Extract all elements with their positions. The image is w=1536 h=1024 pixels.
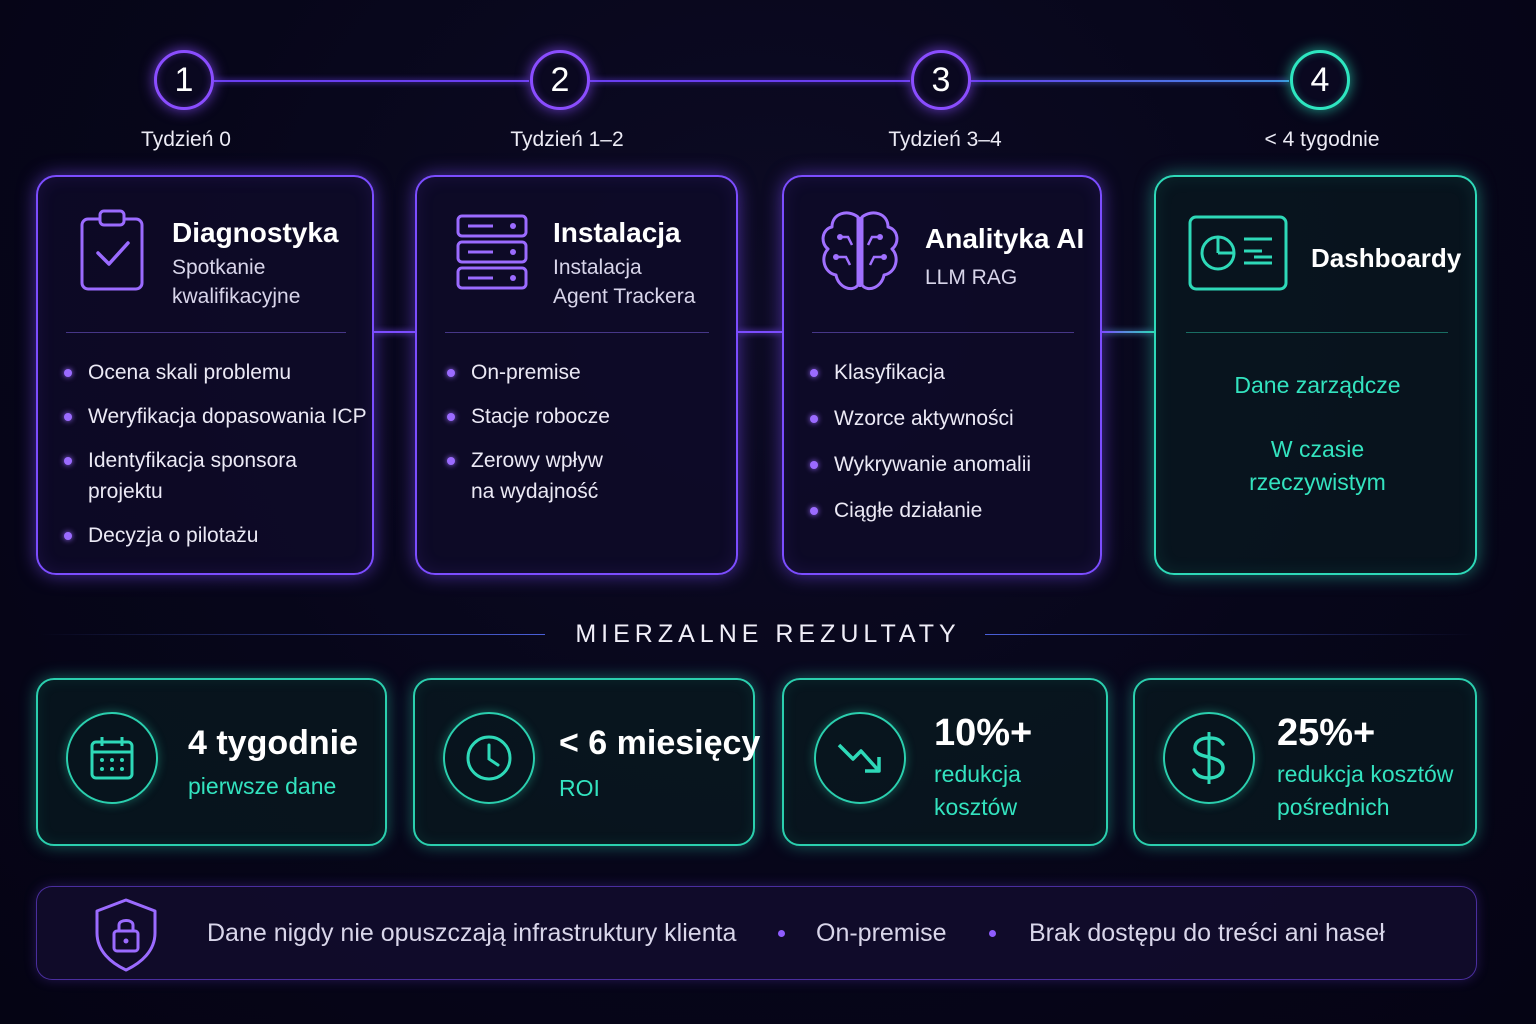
card-subtitle: Instalacja Agent Trackera [553, 256, 696, 308]
brain-icon [818, 207, 902, 302]
calendar-icon [90, 737, 134, 780]
phase-card-instalacja: Instalacja Instalacja Agent Trackera On-… [415, 175, 738, 575]
result-value: 25%+ [1277, 712, 1376, 754]
list-item: Identyfikacja sponsora projektu [62, 445, 367, 507]
step-week-3: Tydzień 3–4 [888, 128, 1002, 151]
result-card-1: 4 tygodnie pierwsze dane [36, 678, 387, 846]
step-circle-1: 1 [154, 50, 214, 110]
card-subtitle: LLM RAG [925, 266, 1018, 289]
footer-item-2: On-premise [816, 919, 947, 947]
results-divider-right [985, 634, 1475, 635]
list-item: Ciągłe działanie [808, 495, 1031, 526]
timeline-line-1 [214, 80, 529, 82]
result-description: redukcja kosztów pośrednich [1277, 761, 1454, 820]
footer-item-1: Dane nigdy nie opuszczają infrastruktury… [207, 919, 737, 947]
card-title: Analityka AI [925, 223, 1085, 254]
timeline-line-2 [590, 80, 910, 82]
result-value: 4 tygodnie [188, 724, 359, 762]
list-item: Stacje robocze [445, 401, 610, 432]
step-week-2: Tydzień 1–2 [510, 128, 624, 151]
step-circle-2: 2 [530, 50, 590, 110]
card-title: Instalacja [553, 217, 681, 248]
step-week-4: < 4 tygodnie [1264, 128, 1380, 151]
calendar-icon-ring [66, 712, 158, 804]
list-item: Ocena skali problemu [62, 357, 367, 388]
bullet-list: On-premise Stacje robocze Zerowy wpływ n… [445, 357, 610, 507]
footer-item-3: Brak dostępu do treści ani haseł [1029, 919, 1385, 947]
list-item: Klasyfikacja [808, 357, 1031, 388]
phase-card-diagnostyka: Diagnostyka Spotkanie kwalifikacyjne Oce… [36, 175, 374, 575]
card-connector-1 [374, 331, 415, 333]
dollar-icon-ring [1163, 712, 1255, 804]
card-divider [445, 332, 709, 333]
list-item: Wzorce aktywności [808, 403, 1031, 434]
list-item: Weryfikacja dopasowania ICP [62, 401, 367, 432]
dashboard-icon [1188, 215, 1288, 298]
card-connector-2 [738, 331, 782, 333]
timeline-line-3 [971, 80, 1289, 82]
footer-separator-1 [778, 930, 785, 937]
trend-down-icon-ring [814, 712, 906, 804]
result-card-3: 10%+ redukcja kosztów [782, 678, 1108, 846]
card-title: Diagnostyka [172, 217, 339, 248]
footer-separator-2 [989, 930, 996, 937]
result-card-2: < 6 miesięcy ROI [413, 678, 760, 846]
result-value: < 6 miesięcy [559, 724, 761, 762]
card-divider [812, 332, 1074, 333]
bullet-list: Klasyfikacja Wzorce aktywności Wykrywani… [808, 357, 1031, 526]
card-title: Dashboardy [1311, 243, 1462, 273]
list-item: Decyzja o pilotażu [62, 520, 367, 551]
result-description: redukcja kosztów [934, 761, 1021, 820]
list-item: Wykrywanie anomalii [808, 449, 1031, 480]
step-circle-3: 3 [911, 50, 971, 110]
security-footer: Dane nigdy nie opuszczają infrastruktury… [36, 886, 1477, 980]
card-connector-3 [1102, 331, 1154, 333]
dashboard-line-2: W czasie rzeczywistym [1249, 436, 1386, 495]
result-value: 10%+ [934, 712, 1033, 754]
phase-card-analityka: Analityka AI LLM RAG Klasyfikacja Wzorce… [782, 175, 1102, 575]
result-description: ROI [559, 775, 600, 801]
dashboard-line-1: Dane zarządcze [1234, 372, 1401, 398]
card-subtitle: Spotkanie kwalifikacyjne [172, 256, 301, 308]
card-divider [1186, 332, 1448, 333]
shield-lock-icon [93, 897, 159, 978]
result-description: pierwsze dane [188, 773, 337, 799]
result-card-4: 25%+ redukcja kosztów pośrednich [1133, 678, 1477, 846]
clock-icon [466, 735, 512, 781]
server-icon [455, 213, 529, 298]
step-week-1: Tydzień 0 [141, 128, 231, 151]
card-divider [66, 332, 346, 333]
bullet-list: Ocena skali problemu Weryfikacja dopasow… [62, 357, 367, 551]
clipboard-check-icon [78, 207, 148, 298]
list-item: On-premise [445, 357, 610, 388]
clock-icon-ring [443, 712, 535, 804]
trend-down-icon [837, 743, 881, 773]
step-circle-4: 4 [1290, 50, 1350, 110]
dollar-icon [1192, 732, 1225, 784]
phase-card-dashboardy: Dashboardy Dane zarządcze W czasie rzecz… [1154, 175, 1477, 575]
list-item: Zerowy wpływ na wydajność [445, 445, 610, 507]
